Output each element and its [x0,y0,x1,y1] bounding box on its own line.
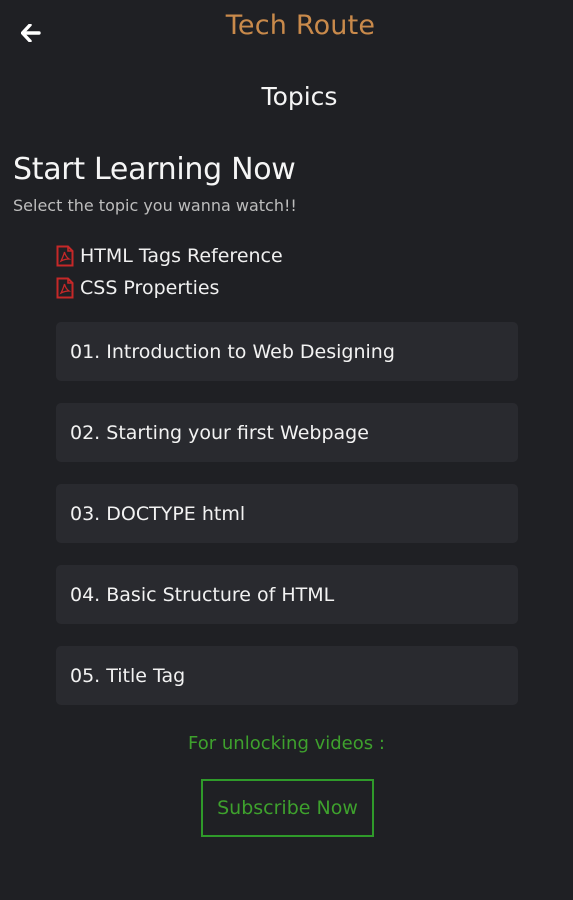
pdf-icon [56,277,74,299]
reference-link-label: HTML Tags Reference [80,245,283,267]
app-title: Tech Route [225,10,376,41]
topic-item[interactable]: 04. Basic Structure of HTML [56,565,518,624]
reference-link-css-properties[interactable]: CSS Properties [56,272,283,304]
app-screen: Tech Route Topics Start Learning Now Sel… [0,0,573,900]
topic-list: 01. Introduction to Web Designing 02. St… [56,322,518,705]
topic-item[interactable]: 02. Starting your first Webpage [56,403,518,462]
top-bar: Tech Route [0,0,573,58]
topic-item[interactable]: 05. Title Tag [56,646,518,705]
page-title: Topics [261,82,338,111]
topic-item[interactable]: 01. Introduction to Web Designing [56,322,518,381]
pdf-icon [56,245,74,267]
subscribe-button[interactable]: Subscribe Now [201,779,374,837]
reference-link-html-tags[interactable]: HTML Tags Reference [56,240,283,272]
unlock-message: For unlocking videos : [188,733,385,754]
section-subheading: Select the topic you wanna watch!! [13,196,297,215]
reference-links: HTML Tags Reference CSS Properties [56,240,283,304]
reference-link-label: CSS Properties [80,277,220,299]
topic-item[interactable]: 03. DOCTYPE html [56,484,518,543]
section-heading: Start Learning Now [13,152,296,187]
